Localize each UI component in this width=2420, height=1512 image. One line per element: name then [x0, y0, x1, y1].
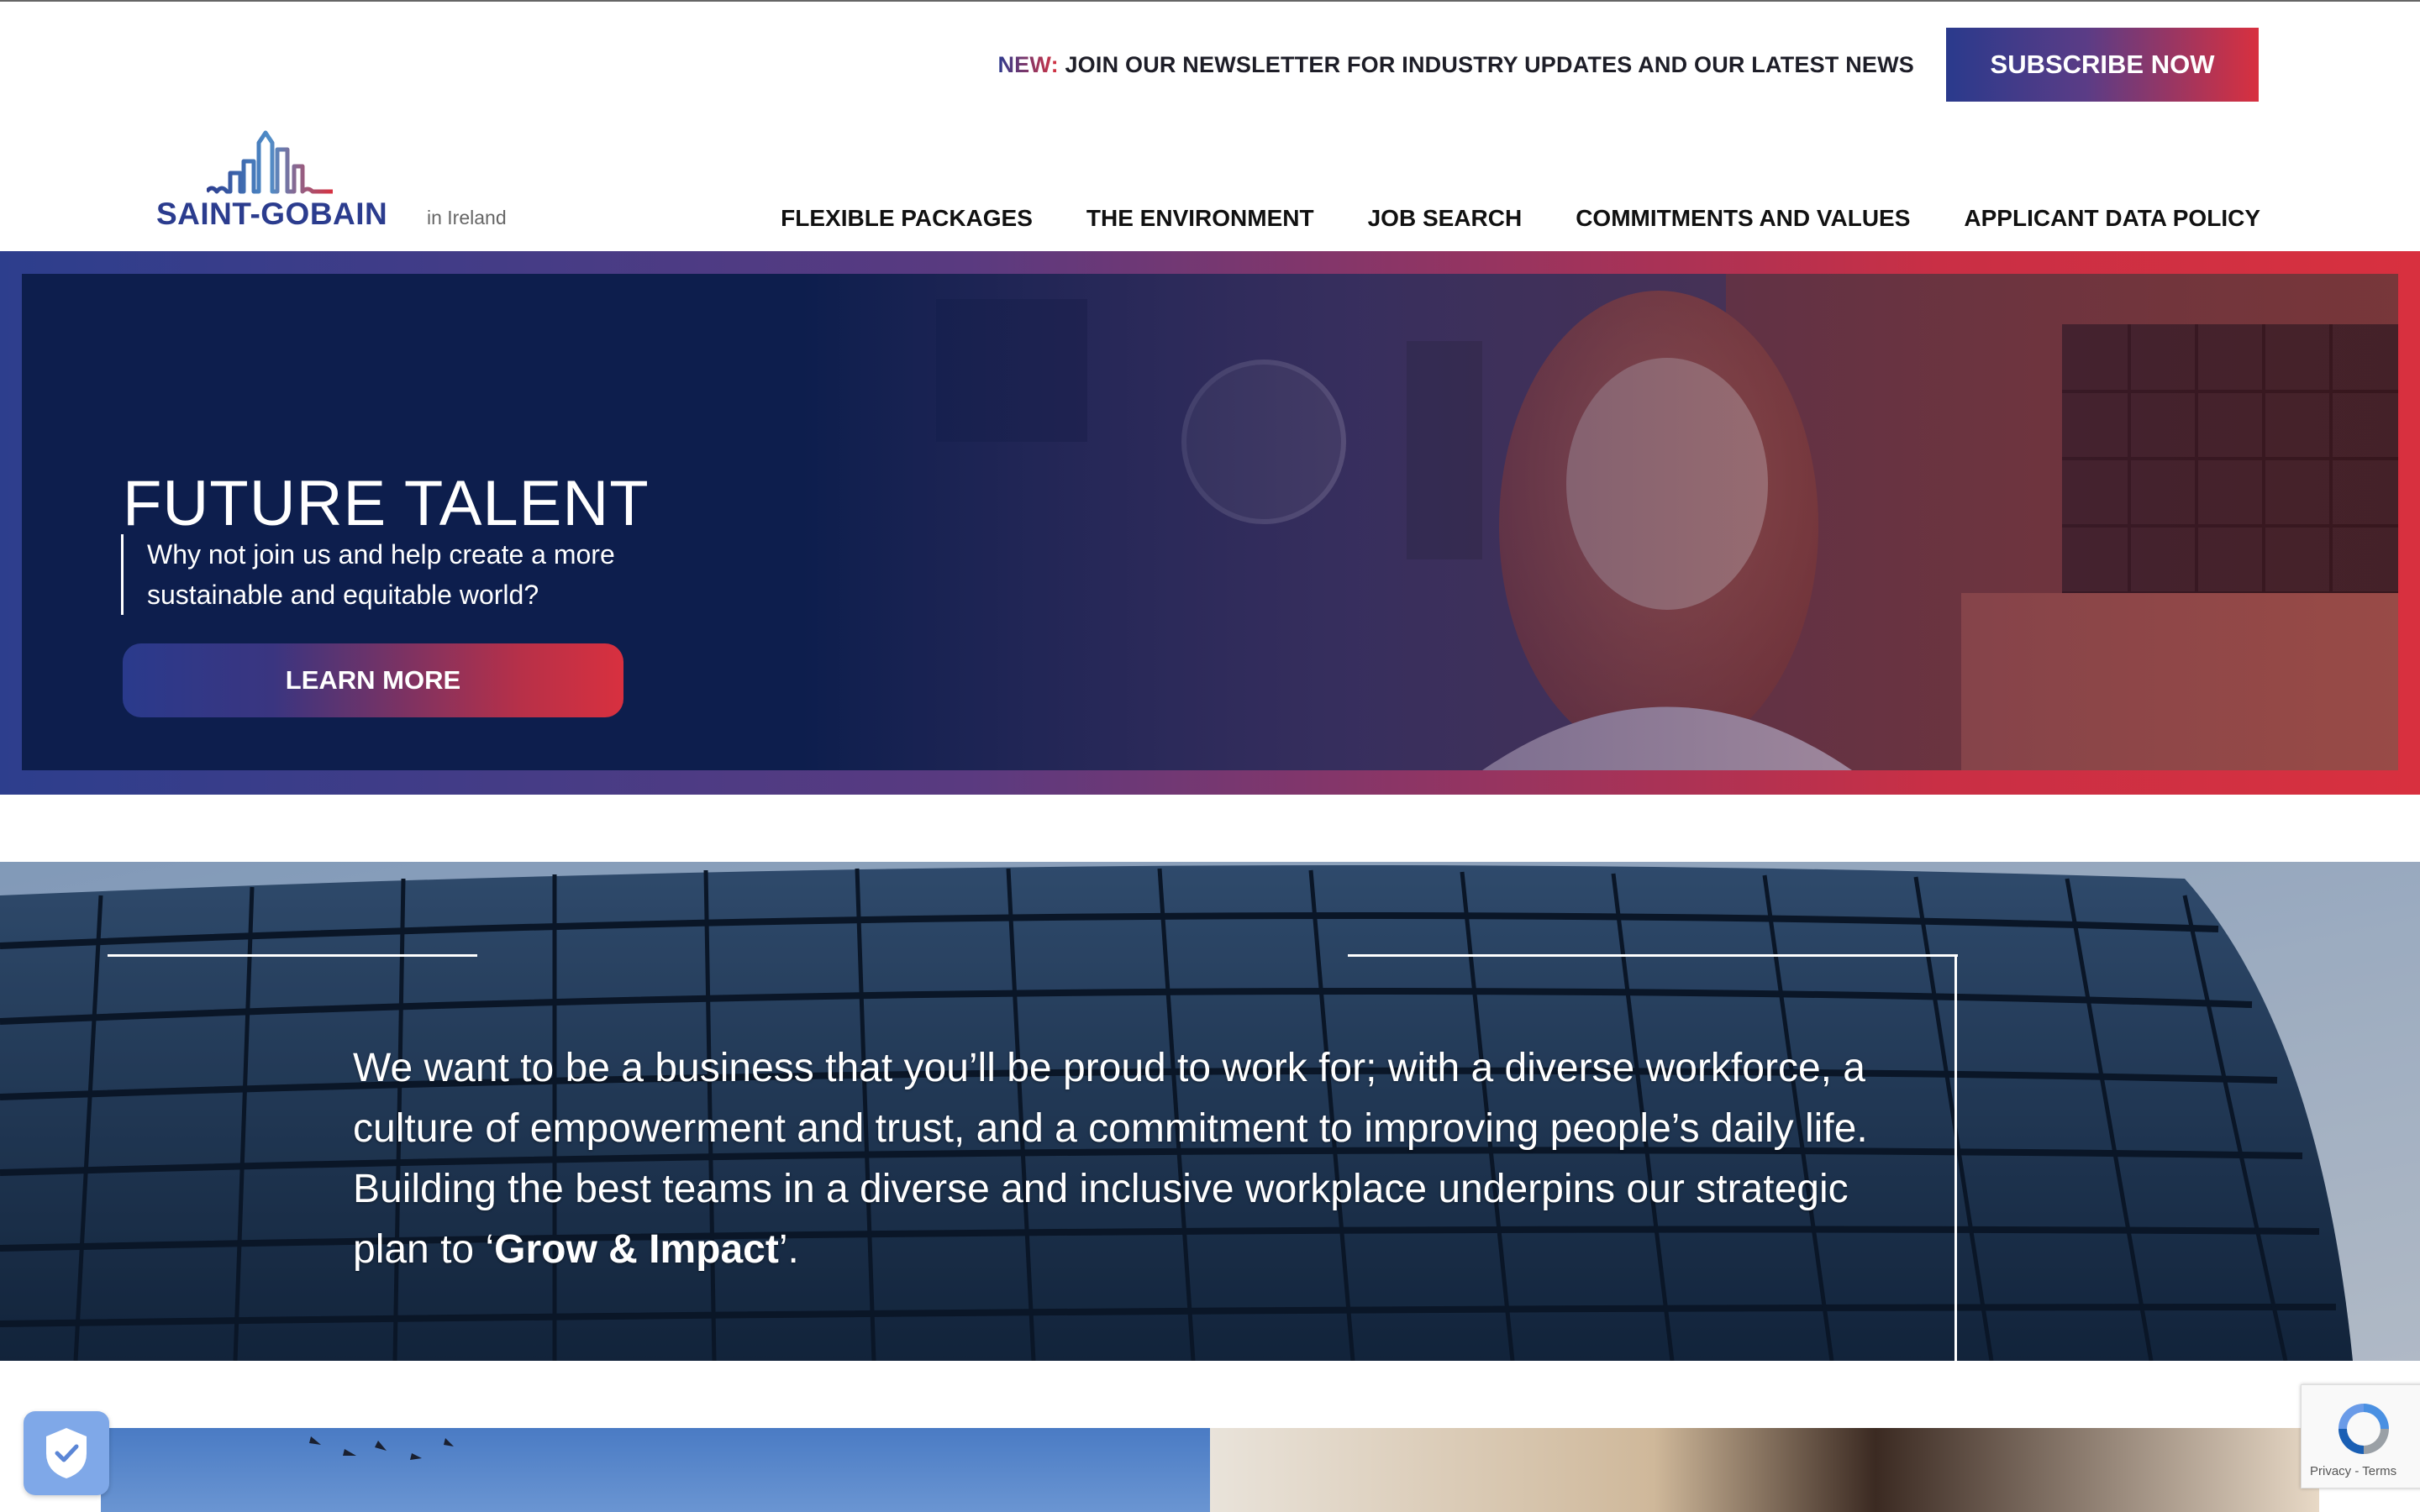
top-rule: [0, 0, 2420, 2]
hero-banner: FUTURE TALENT Why not join us and help c…: [0, 251, 2420, 795]
hero-subtitle: Why not join us and help create a more s…: [121, 534, 659, 615]
hero-title: FUTURE TALENT: [123, 468, 650, 539]
country-label: in Ireland: [427, 207, 507, 228]
decorative-line-right: [1348, 954, 1958, 957]
nav-item-job-search[interactable]: JOB SEARCH: [1368, 205, 1523, 232]
recaptcha-badge[interactable]: Privacy - Terms: [2301, 1384, 2420, 1488]
shield-check-icon: [46, 1428, 87, 1478]
values-quote-suffix: ’.: [778, 1227, 799, 1272]
recaptcha-footer[interactable]: Privacy - Terms: [2310, 1464, 2396, 1478]
nav-item-commitments-and-values[interactable]: COMMITMENTS AND VALUES: [1576, 205, 1910, 232]
newsletter-message: JOIN OUR NEWSLETTER FOR INDUSTRY UPDATES…: [1065, 51, 1914, 77]
feature-card-left[interactable]: [101, 1428, 1210, 1512]
hero-photo: [802, 274, 2398, 770]
values-banner: We want to be a business that you’ll be …: [0, 862, 2420, 1361]
feature-card-right[interactable]: [1210, 1428, 2319, 1512]
newsletter-text: NEW: JOIN OUR NEWSLETTER FOR INDUSTRY UP…: [997, 52, 1914, 78]
saint-gobain-logo[interactable]: SAINT-GOBAIN: [156, 126, 392, 231]
brand-wordmark: SAINT-GOBAIN: [156, 197, 388, 231]
nav-item-flexible-packages[interactable]: FLEXIBLE PACKAGES: [781, 205, 1033, 232]
values-quote-emphasis: Grow & Impact: [494, 1227, 779, 1272]
decorative-line-left: [108, 954, 477, 957]
hero-inner: FUTURE TALENT Why not join us and help c…: [22, 274, 2398, 770]
values-quote: We want to be a business that you’ll be …: [353, 1038, 1916, 1280]
decorative-line-vertical: [1954, 954, 1957, 1361]
learn-more-button[interactable]: LEARN MORE: [123, 643, 623, 717]
recaptcha-icon: [2338, 1404, 2389, 1454]
newsletter-new-label: NEW:: [997, 51, 1059, 77]
main-nav: FLEXIBLE PACKAGES THE ENVIRONMENT JOB SE…: [781, 205, 2260, 232]
nav-item-the-environment[interactable]: THE ENVIRONMENT: [1086, 205, 1314, 232]
subscribe-now-button[interactable]: SUBSCRIBE NOW: [1946, 28, 2259, 102]
nav-item-applicant-data-policy[interactable]: APPLICANT DATA POLICY: [1964, 205, 2260, 232]
skyline-logo-icon: [207, 130, 333, 194]
privacy-shield-widget[interactable]: [24, 1411, 109, 1495]
birds-sky-image: [309, 1436, 454, 1460]
newsletter-bar: NEW: JOIN OUR NEWSLETTER FOR INDUSTRY UP…: [997, 28, 2259, 102]
